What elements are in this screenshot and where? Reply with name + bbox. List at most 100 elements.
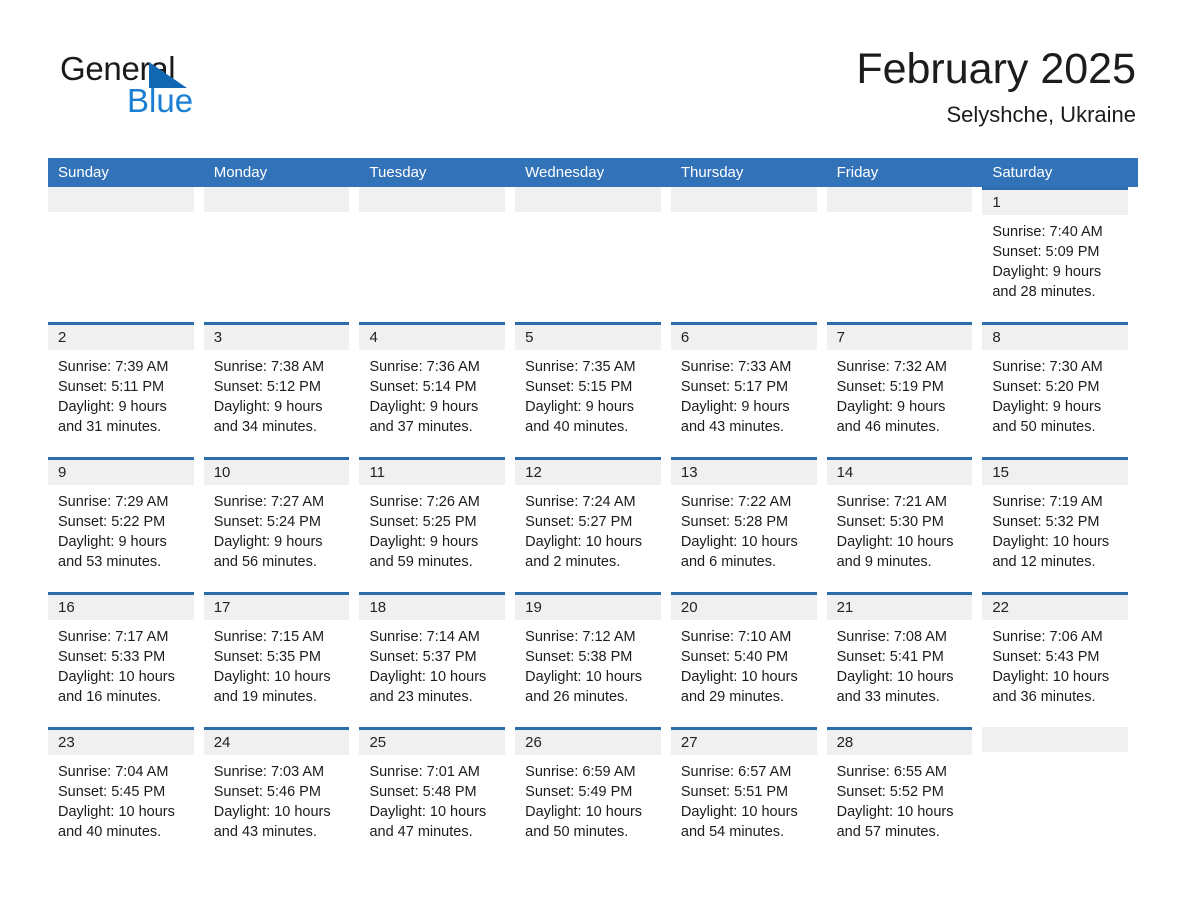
sunrise-time: Sunrise: 7:29 AM bbox=[58, 494, 169, 510]
calendar-day-cell[interactable]: 18 Sunrise: 7:14 AM Sunset: 5:37 PM Dayligh… bbox=[359, 592, 515, 727]
daylight-duration-line1: Daylight: 10 hours bbox=[680, 669, 798, 685]
calendar-day-cell[interactable]: 5 Sunrise: 7:35 AM Sunset: 5:15 PM Daylight… bbox=[515, 322, 671, 457]
sunset-time: Sunset: 5:48 PM bbox=[369, 784, 477, 800]
calendar-day-cell[interactable]: 20 Sunrise: 7:10 AM Sunset: 5:40 PM Dayligh… bbox=[670, 592, 827, 727]
daylight-duration-line2: and 57 minutes. bbox=[836, 824, 940, 840]
day-number: 21 bbox=[836, 599, 854, 616]
day-number-band bbox=[359, 187, 506, 212]
calendar-day-cell[interactable]: 13 Sunrise: 7:22 AM Sunset: 5:28 PM Dayligh… bbox=[670, 457, 827, 592]
sunrise-time: Sunrise: 6:55 AM bbox=[836, 764, 948, 780]
daylight-duration-line2: and 23 minutes. bbox=[369, 689, 473, 705]
sunrise-time: Sunrise: 7:01 AM bbox=[369, 764, 480, 780]
calendar-day-cell[interactable]: 3 Sunrise: 7:38 AM Sunset: 5:12 PM Daylight… bbox=[203, 322, 360, 457]
sunrise-time: Sunrise: 6:59 AM bbox=[525, 764, 636, 780]
day-number-band: 2 bbox=[48, 325, 194, 350]
daylight-duration-line1: Daylight: 9 hours bbox=[992, 399, 1102, 415]
sunset-time: Sunset: 5:51 PM bbox=[680, 784, 789, 800]
day-details: Sunrise: 7:33 AM Sunset: 5:17 PM Daylight:… bbox=[671, 350, 817, 437]
daylight-duration-line2: and 50 minutes. bbox=[525, 824, 629, 840]
calendar-day-cell[interactable]: 10 Sunrise: 7:27 AM Sunset: 5:24 PM Dayligh… bbox=[203, 457, 360, 592]
calendar-day-cell[interactable]: 8 Sunrise: 7:30 AM Sunset: 5:20 PM Daylight… bbox=[982, 322, 1138, 457]
day-number-band: 24 bbox=[203, 730, 350, 755]
daylight-duration-line1: Daylight: 10 hours bbox=[680, 804, 798, 820]
calendar-day-cell[interactable]: 17 Sunrise: 7:15 AM Sunset: 5:35 PM Dayligh… bbox=[203, 592, 360, 727]
calendar-day-cell[interactable]: 26 Sunrise: 6:59 AM Sunset: 5:49 PM Dayligh… bbox=[515, 727, 671, 862]
calendar-day-cell[interactable]: 7 Sunrise: 7:32 AM Sunset: 5:19 PM Daylight… bbox=[826, 322, 983, 457]
generalblue-logo[interactable]: General Blue bbox=[48, 44, 240, 118]
calendar-day-cell[interactable]: 22 Sunrise: 7:06 AM Sunset: 5:43 PM Dayligh… bbox=[982, 592, 1138, 727]
calendar-day-cell[interactable]: 9 Sunrise: 7:29 AM Sunset: 5:22 PM Daylight… bbox=[48, 457, 204, 592]
sunset-time: Sunset: 5:17 PM bbox=[680, 379, 789, 395]
day-details: Sunrise: 7:19 AM Sunset: 5:32 PM Daylight:… bbox=[982, 485, 1128, 572]
daylight-duration-line2: and 56 minutes. bbox=[213, 554, 317, 570]
calendar-day-cell[interactable]: 16 Sunrise: 7:17 AM Sunset: 5:33 PM Dayligh… bbox=[48, 592, 204, 727]
calendar-day-cell[interactable]: 14 Sunrise: 7:21 AM Sunset: 5:30 PM Dayligh… bbox=[826, 457, 983, 592]
calendar-day-cell[interactable]: 21 Sunrise: 7:08 AM Sunset: 5:41 PM Dayligh… bbox=[826, 592, 983, 727]
calendar-day-cell-empty bbox=[826, 187, 983, 322]
calendar-day-cell[interactable]: 23 Sunrise: 7:04 AM Sunset: 5:45 PM Dayligh… bbox=[48, 727, 204, 862]
sunset-time: Sunset: 5:27 PM bbox=[525, 514, 633, 530]
page-title: February 2025 bbox=[856, 45, 1136, 93]
daylight-duration-line1: Daylight: 10 hours bbox=[525, 669, 643, 685]
weekday-header-monday: Monday bbox=[213, 164, 268, 181]
sunrise-time: Sunrise: 7:17 AM bbox=[58, 629, 169, 645]
day-number-band: 4 bbox=[359, 325, 506, 350]
day-cell-body: 20 Sunrise: 7:10 AM Sunset: 5:40 PM Dayligh… bbox=[670, 592, 817, 727]
day-number-band: 19 bbox=[515, 595, 661, 620]
day-details: Sunrise: 7:03 AM Sunset: 5:46 PM Daylight:… bbox=[204, 755, 350, 842]
day-cell-body: 18 Sunrise: 7:14 AM Sunset: 5:37 PM Dayligh… bbox=[359, 592, 506, 727]
day-number: 11 bbox=[369, 464, 386, 481]
sunrise-time: Sunrise: 7:12 AM bbox=[525, 629, 636, 645]
day-details: Sunrise: 7:38 AM Sunset: 5:12 PM Daylight:… bbox=[204, 350, 350, 437]
sunset-time: Sunset: 5:12 PM bbox=[213, 379, 321, 395]
sunset-time: Sunset: 5:24 PM bbox=[213, 514, 321, 530]
daylight-duration-line2: and 28 minutes. bbox=[992, 284, 1096, 300]
calendar-day-cell[interactable]: 15 Sunrise: 7:19 AM Sunset: 5:32 PM Dayligh… bbox=[982, 457, 1138, 592]
weekday-header-sunday: Sunday bbox=[58, 164, 109, 181]
day-number-band: 27 bbox=[670, 730, 817, 755]
sunrise-time: Sunrise: 7:22 AM bbox=[680, 494, 792, 510]
sunset-time: Sunset: 5:33 PM bbox=[58, 649, 166, 665]
daylight-duration-line2: and 40 minutes. bbox=[525, 419, 629, 435]
day-cell-body bbox=[826, 187, 973, 322]
day-cell-body bbox=[359, 187, 506, 322]
calendar-day-cell[interactable]: 2 Sunrise: 7:39 AM Sunset: 5:11 PM Daylight… bbox=[48, 322, 204, 457]
day-number-band bbox=[826, 187, 973, 212]
calendar-day-cell[interactable]: 19 Sunrise: 7:12 AM Sunset: 5:38 PM Dayligh… bbox=[515, 592, 671, 727]
daylight-duration-line1: Daylight: 10 hours bbox=[525, 534, 643, 550]
calendar-day-cell[interactable]: 12 Sunrise: 7:24 AM Sunset: 5:27 PM Dayligh… bbox=[515, 457, 671, 592]
calendar-day-cell[interactable]: 11 Sunrise: 7:26 AM Sunset: 5:25 PM Dayligh… bbox=[359, 457, 515, 592]
day-cell-body: 16 Sunrise: 7:17 AM Sunset: 5:33 PM Dayligh… bbox=[48, 592, 194, 727]
calendar-day-cell[interactable]: 1 Sunrise: 7:40 AM Sunset: 5:09 PM Daylight… bbox=[982, 187, 1138, 322]
calendar-day-cell[interactable]: 25 Sunrise: 7:01 AM Sunset: 5:48 PM Dayligh… bbox=[359, 727, 515, 862]
day-details: Sunrise: 7:35 AM Sunset: 5:15 PM Daylight:… bbox=[515, 350, 661, 437]
calendar-week-row: 1 Sunrise: 7:40 AM Sunset: 5:09 PM Daylight… bbox=[48, 187, 1138, 322]
weekday-header-row: Sunday Monday Tuesday Wednesday Thursday… bbox=[48, 158, 1138, 187]
daylight-duration-line1: Daylight: 10 hours bbox=[58, 804, 175, 820]
day-number: 18 bbox=[369, 599, 387, 616]
day-cell-body: 14 Sunrise: 7:21 AM Sunset: 5:30 PM Dayligh… bbox=[826, 457, 973, 592]
daylight-duration-line1: Daylight: 10 hours bbox=[992, 669, 1110, 685]
calendar-day-cell-empty bbox=[203, 187, 360, 322]
calendar-day-cell-empty bbox=[982, 727, 1138, 862]
sunset-time: Sunset: 5:32 PM bbox=[992, 514, 1100, 530]
daylight-duration-line1: Daylight: 9 hours bbox=[213, 399, 323, 415]
day-details: Sunrise: 6:55 AM Sunset: 5:52 PM Daylight:… bbox=[827, 755, 973, 842]
sunrise-time: Sunrise: 7:32 AM bbox=[836, 359, 948, 375]
daylight-duration-line1: Daylight: 10 hours bbox=[369, 669, 487, 685]
calendar-day-cell-empty bbox=[48, 187, 204, 322]
day-cell-body: 22 Sunrise: 7:06 AM Sunset: 5:43 PM Dayligh… bbox=[982, 592, 1129, 727]
daylight-duration-line1: Daylight: 10 hours bbox=[836, 669, 954, 685]
day-cell-body bbox=[982, 727, 1129, 862]
calendar-day-cell[interactable]: 28 Sunrise: 6:55 AM Sunset: 5:52 PM Dayligh… bbox=[826, 727, 983, 862]
calendar-day-cell[interactable]: 24 Sunrise: 7:03 AM Sunset: 5:46 PM Dayligh… bbox=[203, 727, 360, 862]
sunset-time: Sunset: 5:30 PM bbox=[836, 514, 944, 530]
day-cell-body: 6 Sunrise: 7:33 AM Sunset: 5:17 PM Daylight… bbox=[670, 322, 817, 457]
day-number: 19 bbox=[525, 599, 542, 616]
calendar-day-cell[interactable]: 6 Sunrise: 7:33 AM Sunset: 5:17 PM Daylight… bbox=[670, 322, 827, 457]
day-number: 3 bbox=[213, 329, 223, 346]
calendar-week-row: 2 Sunrise: 7:39 AM Sunset: 5:11 PM Daylight… bbox=[48, 322, 1138, 457]
calendar-day-cell[interactable]: 4 Sunrise: 7:36 AM Sunset: 5:14 PM Daylight… bbox=[359, 322, 515, 457]
calendar-day-cell[interactable]: 27 Sunrise: 6:57 AM Sunset: 5:51 PM Dayligh… bbox=[670, 727, 827, 862]
day-cell-body: 1 Sunrise: 7:40 AM Sunset: 5:09 PM Daylight… bbox=[982, 187, 1129, 322]
